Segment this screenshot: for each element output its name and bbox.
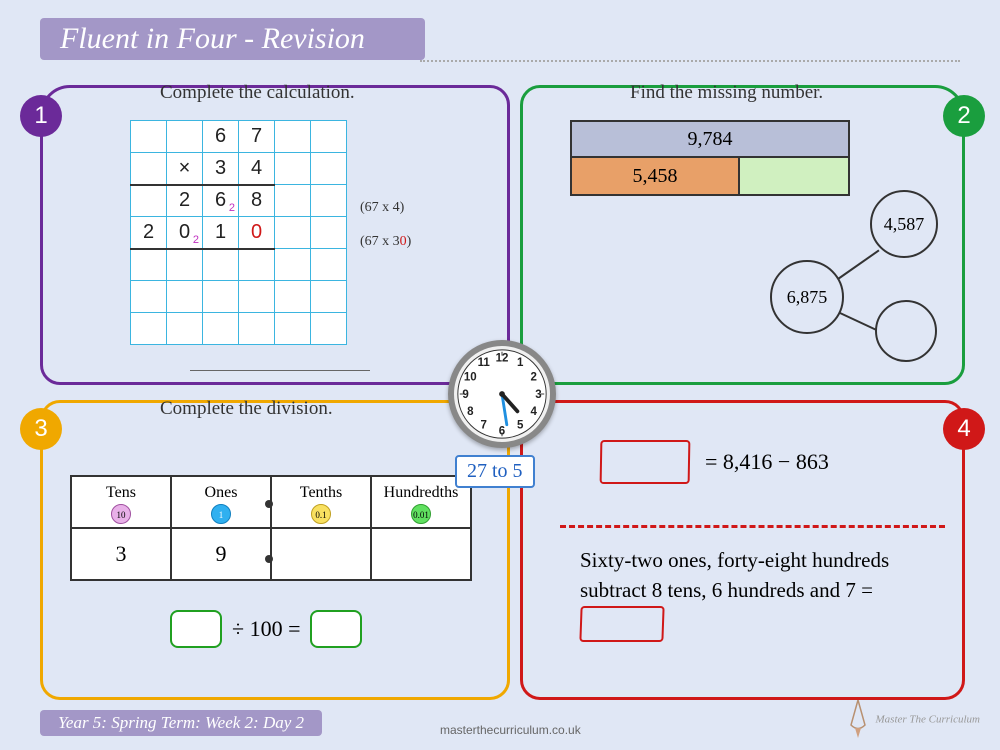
badge-2: 2	[943, 95, 985, 137]
q4-answer-box-bottom[interactable]	[579, 606, 664, 642]
svg-text:8: 8	[467, 406, 474, 418]
chip-ones-icon: 1	[211, 504, 231, 524]
clock-time-label: 27 to 5	[455, 455, 535, 488]
badge-3: 3	[20, 408, 62, 450]
page-title: Fluent in Four - Revision	[40, 18, 425, 60]
q4-answer-box-top[interactable]	[600, 440, 691, 484]
brand-logo: Master The Curriculum	[843, 700, 980, 740]
svg-text:1: 1	[517, 357, 524, 369]
q1-annotation-1: (67 x 4)	[360, 200, 404, 216]
title-dotted-line	[420, 60, 960, 62]
q1-answer-line[interactable]	[190, 370, 370, 371]
website-text: masterthecurriculum.co.uk	[440, 723, 581, 737]
svg-text:3: 3	[535, 389, 541, 401]
decimal-point-icon	[265, 500, 273, 508]
part-whole-whole: 6,875	[770, 260, 844, 334]
svg-text:11: 11	[478, 357, 491, 369]
svg-text:7: 7	[481, 420, 487, 432]
col-tens: Tens10	[71, 476, 171, 528]
q3-instruction: Complete the division.	[160, 398, 333, 420]
clock-face: 12 1 2 3 4 5 6 7 8 9 10 11	[448, 340, 556, 448]
badge-4: 4	[943, 408, 985, 450]
q3-answer-box[interactable]	[310, 610, 362, 648]
bar-missing-part[interactable]	[740, 158, 850, 196]
svg-text:9: 9	[462, 389, 468, 401]
svg-text:4: 4	[530, 406, 537, 418]
decimal-point-icon	[265, 555, 273, 563]
chip-tens-icon: 10	[111, 504, 131, 524]
q1-annotation-2: (67 x 30)	[360, 234, 411, 250]
chip-tenths-icon: 0.1	[311, 504, 331, 524]
q1-multiplication-grid: 67 ×34 2628 20210	[130, 120, 347, 345]
col-ones: Ones1	[171, 476, 271, 528]
footer-label: Year 5: Spring Term: Week 2: Day 2	[40, 710, 322, 736]
q2-instruction: Find the missing number.	[630, 82, 823, 104]
svg-text:10: 10	[464, 372, 477, 384]
bar-known-part: 5,458	[570, 158, 740, 196]
q3-dividend-box[interactable]	[170, 610, 222, 648]
part-whole-part1: 4,587	[870, 190, 938, 258]
q3-equation: ÷ 100 =	[170, 610, 362, 648]
q1-instruction: Complete the calculation.	[160, 82, 355, 104]
svg-text:2: 2	[530, 372, 536, 384]
q4-equation-top: = 8,416 − 863	[600, 440, 829, 484]
badge-1: 1	[20, 95, 62, 137]
q2-bar-model: 9,784 5,458	[570, 120, 850, 196]
chip-hundredths-icon: 0.01	[411, 504, 431, 524]
bar-total: 9,784	[570, 120, 850, 158]
part-whole-missing[interactable]	[875, 300, 937, 362]
q3-place-value-table: Tens10 Ones1 Tenths0.1 Hundredths0.01 3 …	[70, 475, 472, 581]
q4-divider	[560, 525, 945, 528]
q4-word-problem: Sixty-two ones, forty-eight hundreds sub…	[580, 545, 940, 642]
col-tenths: Tenths0.1	[271, 476, 371, 528]
svg-text:5: 5	[517, 420, 524, 432]
